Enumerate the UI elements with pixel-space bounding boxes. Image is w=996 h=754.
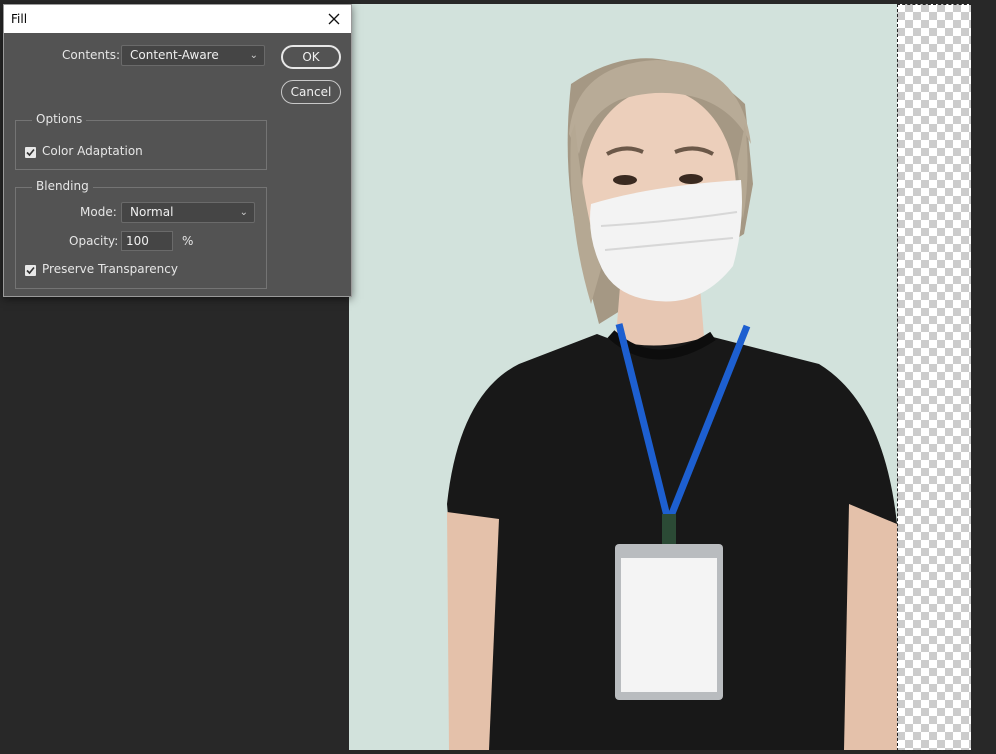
canvas-edge (971, 0, 996, 754)
checkmark-icon (26, 266, 35, 275)
chevron-down-icon: ⌄ (249, 50, 258, 61)
options-group-title: Options (32, 112, 87, 126)
chevron-down-icon: ⌄ (239, 207, 248, 218)
dialog-titlebar[interactable]: Fill (4, 5, 351, 33)
opacity-label: Opacity: (69, 234, 119, 248)
color-adaptation-checkbox[interactable] (25, 147, 36, 158)
cancel-button[interactable]: Cancel (281, 80, 341, 104)
document-canvas[interactable] (349, 4, 972, 751)
preserve-transparency-checkbox[interactable] (25, 265, 36, 276)
color-adaptation-label: Color Adaptation (42, 144, 143, 158)
blending-group: Blending Mode: Normal ⌄ Opacity: 100 % P… (15, 179, 267, 289)
close-button[interactable] (323, 8, 345, 30)
preserve-transparency-label: Preserve Transparency (42, 262, 178, 276)
fill-dialog: Fill Contents: Content-Aware ⌄ OK Cancel… (3, 4, 352, 297)
mode-dropdown[interactable]: Normal ⌄ (121, 202, 255, 223)
mode-label: Mode: (80, 205, 117, 219)
options-group: Options Color Adaptation (15, 112, 267, 170)
transparent-area (897, 4, 971, 750)
dialog-title: Fill (11, 12, 28, 26)
opacity-input[interactable]: 100 (121, 231, 173, 251)
close-icon (328, 13, 340, 25)
checkmark-icon (26, 148, 35, 157)
mode-value: Normal (130, 205, 174, 219)
woman-with-mask-photo (447, 58, 897, 750)
blending-group-title: Blending (32, 179, 93, 193)
contents-value: Content-Aware (130, 48, 219, 62)
ok-button[interactable]: OK (281, 45, 341, 69)
opacity-unit: % (182, 234, 194, 248)
contents-label: Contents: (62, 48, 121, 62)
photo-layer (349, 4, 897, 750)
contents-dropdown[interactable]: Content-Aware ⌄ (121, 45, 265, 66)
